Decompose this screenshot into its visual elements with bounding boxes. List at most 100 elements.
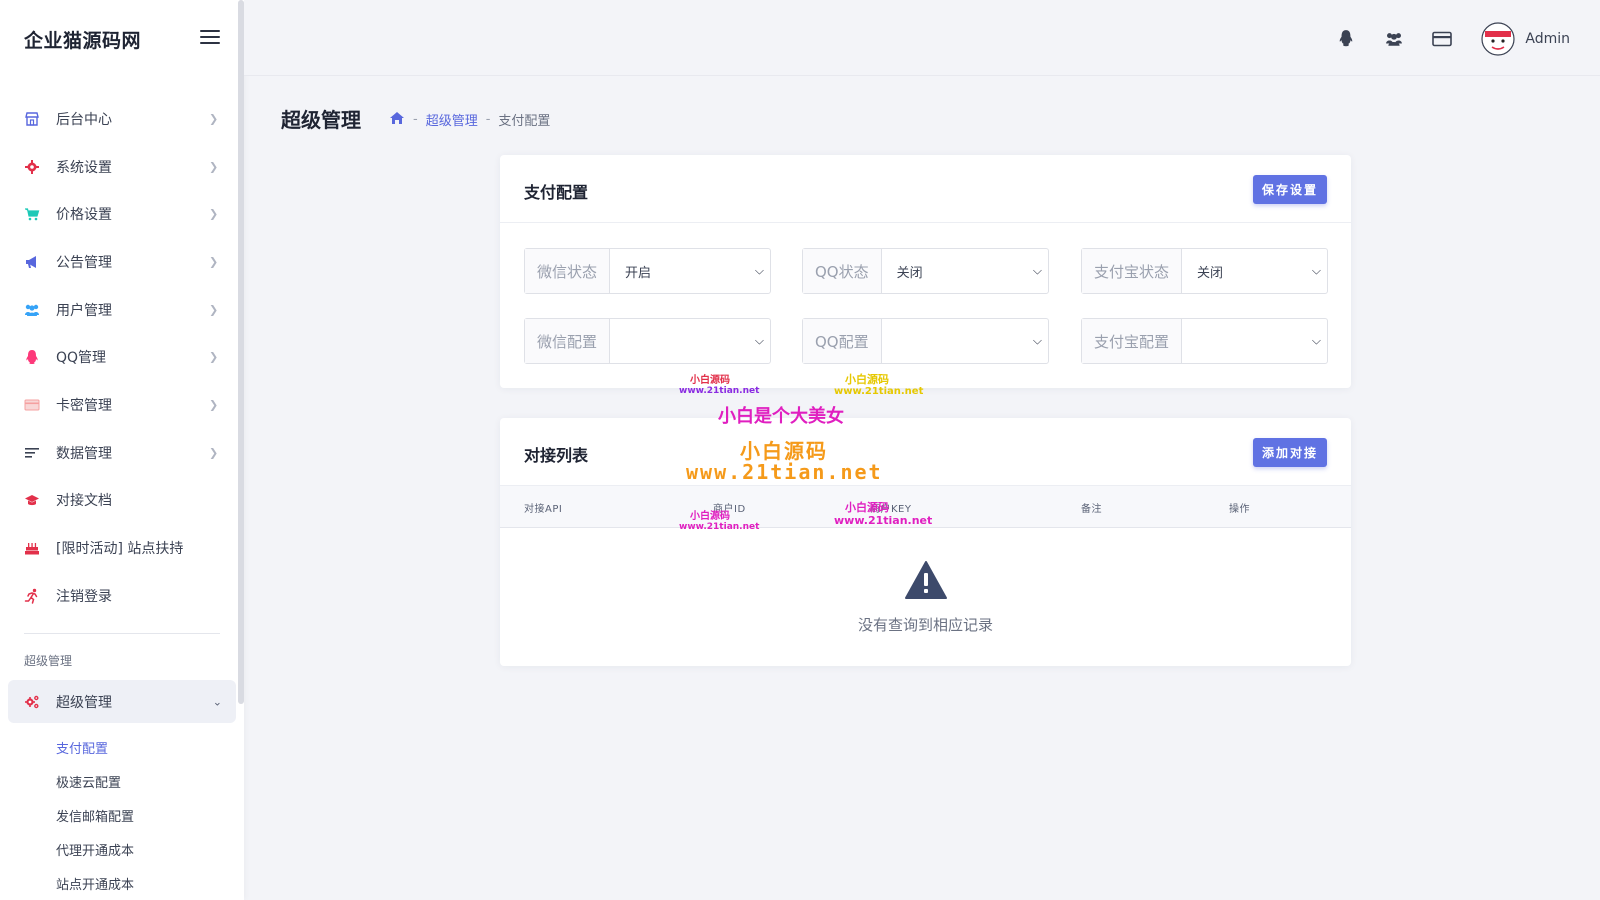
api-list-card: 对接列表 添加对接 对接API 商户ID 商户KEY 备注 操作 没有查询到相应… (500, 418, 1351, 666)
sidebar-item-label: 注销登录 (56, 588, 112, 605)
breadcrumb-link[interactable]: 超级管理 (426, 110, 478, 129)
sidebar-item-system-settings[interactable]: 系统设置 ❯ (0, 143, 236, 191)
users-icon[interactable] (1383, 28, 1405, 50)
sidebar-item-label: 用户管理 (56, 302, 112, 319)
sidebar-item-label: 超级管理 (56, 694, 112, 711)
submenu-item-agent-cost[interactable]: 代理开通成本 (56, 832, 134, 866)
submenu-item-payment-config[interactable]: 支付配置 (56, 730, 134, 764)
chevron-right-icon: ❯ (209, 350, 219, 364)
submenu-item-cloud-config[interactable]: 极速云配置 (56, 764, 134, 798)
sidebar-item-data[interactable]: 数据管理 ❯ (0, 429, 236, 477)
sidebar-item-logout[interactable]: 注销登录 (0, 572, 236, 620)
sidebar-item-price-settings[interactable]: 价格设置 ❯ (0, 190, 236, 238)
sidebar-item-users[interactable]: 用户管理 ❯ (0, 286, 236, 334)
breadcrumb: - 超级管理 - 支付配置 (389, 110, 550, 129)
sidebar-section-title: 超级管理 (24, 654, 73, 668)
submenu: 支付配置 极速云配置 发信邮箱配置 代理开通成本 站点开通成本 (56, 730, 134, 900)
select-value: 关闭 (896, 265, 923, 281)
sidebar-item-api-docs[interactable]: 对接文档 (0, 477, 236, 525)
store-icon (24, 111, 40, 127)
column-header[interactable]: 对接API (524, 500, 562, 515)
sidebar-item-card-keys[interactable]: 卡密管理 ❯ (0, 381, 236, 429)
submenu-item-mail-config[interactable]: 发信邮箱配置 (56, 798, 134, 832)
avatar[interactable] (1481, 22, 1515, 56)
gear-icon (24, 159, 40, 175)
column-header[interactable]: 备注 (1081, 500, 1102, 515)
users-icon (24, 302, 40, 318)
sidebar-item-label: 价格设置 (56, 207, 112, 224)
card-icon (24, 397, 40, 413)
column-header[interactable]: 商户ID (713, 500, 746, 515)
sidebar-item-label: 后台中心 (56, 111, 112, 128)
sidebar-scrollbar[interactable] (238, 0, 244, 704)
sidebar-item-dashboard[interactable]: 后台中心 ❯ (0, 95, 236, 143)
submenu-item-site-cost[interactable]: 站点开通成本 (56, 866, 134, 900)
wechat-status-field: 微信状态 开启 ⌵ (524, 248, 771, 294)
chevron-right-icon: ❯ (209, 446, 219, 460)
chevron-right-icon: ❯ (209, 398, 219, 412)
chevron-down-icon: ⌵ (1311, 263, 1321, 278)
chevron-down-icon: ⌄ (212, 695, 222, 708)
wechat-status-select[interactable]: 开启 ⌵ (610, 249, 770, 293)
cogs-icon (24, 694, 40, 710)
wechat-config-select[interactable]: ⌵ (610, 319, 770, 363)
chevron-right-icon: ❯ (209, 303, 219, 317)
column-header[interactable]: 商户KEY (870, 500, 911, 515)
breadcrumb-separator: - (413, 112, 418, 127)
table-header: 对接API 商户ID 商户KEY 备注 操作 (500, 486, 1351, 528)
sidebar-item-qq[interactable]: QQ管理 ❯ (0, 333, 236, 381)
sidebar-item-label: 数据管理 (56, 445, 112, 462)
alipay-config-select[interactable]: ⌵ (1182, 319, 1327, 363)
credit-card-icon[interactable] (1431, 28, 1453, 50)
sidebar: 企业猫源码网 后台中心 ❯ 系统设置 ❯ 价格设置 ❯ 公告管理 ❯ 用户管理 … (0, 0, 244, 900)
breadcrumb-separator: - (485, 112, 491, 127)
sidebar-item-label: [限时活动] 站点扶持 (56, 541, 184, 558)
empty-state: 没有查询到相应记录 (500, 560, 1351, 635)
breadcrumb-current: 支付配置 (498, 114, 551, 129)
header-toolbar: Admin (1309, 22, 1570, 56)
sidebar-item-announcements[interactable]: 公告管理 ❯ (0, 238, 236, 286)
brand[interactable]: 企业猫源码网 (24, 24, 141, 54)
qq-status-select[interactable]: 关闭 ⌵ (882, 249, 1048, 293)
alipay-status-select[interactable]: 关闭 ⌵ (1182, 249, 1327, 293)
menu-toggle-icon[interactable] (200, 30, 220, 46)
select-value: 开启 (625, 265, 652, 281)
qq-config-select[interactable]: ⌵ (882, 319, 1048, 363)
column-header[interactable]: 操作 (1229, 500, 1250, 515)
user-name[interactable]: Admin (1525, 31, 1570, 47)
payment-config-card: 支付配置 保存设置 微信状态 开启 ⌵ QQ状态 关闭 ⌵ 支付宝状态 关闭 ⌵ 微信… (500, 155, 1351, 388)
cart-icon (24, 206, 40, 222)
field-label: 微信状态 (525, 249, 611, 293)
sidebar-nav: 后台中心 ❯ 系统设置 ❯ 价格设置 ❯ 公告管理 ❯ 用户管理 ❯ QQ管理 … (0, 95, 236, 620)
sidebar-item-label: QQ管理 (56, 350, 107, 367)
save-settings-button[interactable]: 保存设置 (1252, 175, 1327, 204)
home-icon[interactable] (389, 111, 405, 129)
chevron-right-icon: ❯ (209, 255, 219, 269)
empty-message: 没有查询到相应记录 (857, 616, 993, 634)
sidebar-item-label: 公告管理 (56, 254, 112, 271)
graduation-cap-icon (24, 492, 40, 508)
qq-icon[interactable] (1335, 28, 1357, 50)
wechat-config-field: 微信配置 ⌵ (524, 318, 771, 364)
chevron-right-icon: ❯ (209, 160, 219, 174)
brand-name[interactable]: 企业猫源码网 (24, 26, 141, 53)
chevron-down-icon: ⌵ (754, 333, 764, 348)
alipay-status-field: 支付宝状态 关闭 ⌵ (1081, 248, 1328, 294)
field-label: 支付宝状态 (1082, 249, 1183, 293)
page-title: 超级管理 (281, 108, 361, 132)
field-label: QQ配置 (803, 319, 882, 363)
sidebar-item-super-admin[interactable]: 超级管理 ⌄ (8, 680, 236, 723)
field-label: 支付宝配置 (1082, 319, 1183, 363)
field-label: QQ状态 (803, 249, 882, 293)
qq-icon (24, 349, 40, 365)
running-icon (24, 588, 40, 604)
chevron-right-icon: ❯ (209, 207, 219, 221)
card-header: 支付配置 保存设置 (500, 155, 1351, 223)
add-api-button[interactable]: 添加对接 (1252, 438, 1327, 467)
qq-config-field: QQ配置 ⌵ (802, 318, 1049, 364)
bars-icon (24, 445, 40, 461)
select-value: 关闭 (1197, 265, 1224, 281)
sidebar-item-label: 系统设置 (56, 159, 112, 176)
sidebar-item-promo[interactable]: [限时活动] 站点扶持 (0, 524, 236, 572)
megaphone-icon (24, 254, 40, 270)
